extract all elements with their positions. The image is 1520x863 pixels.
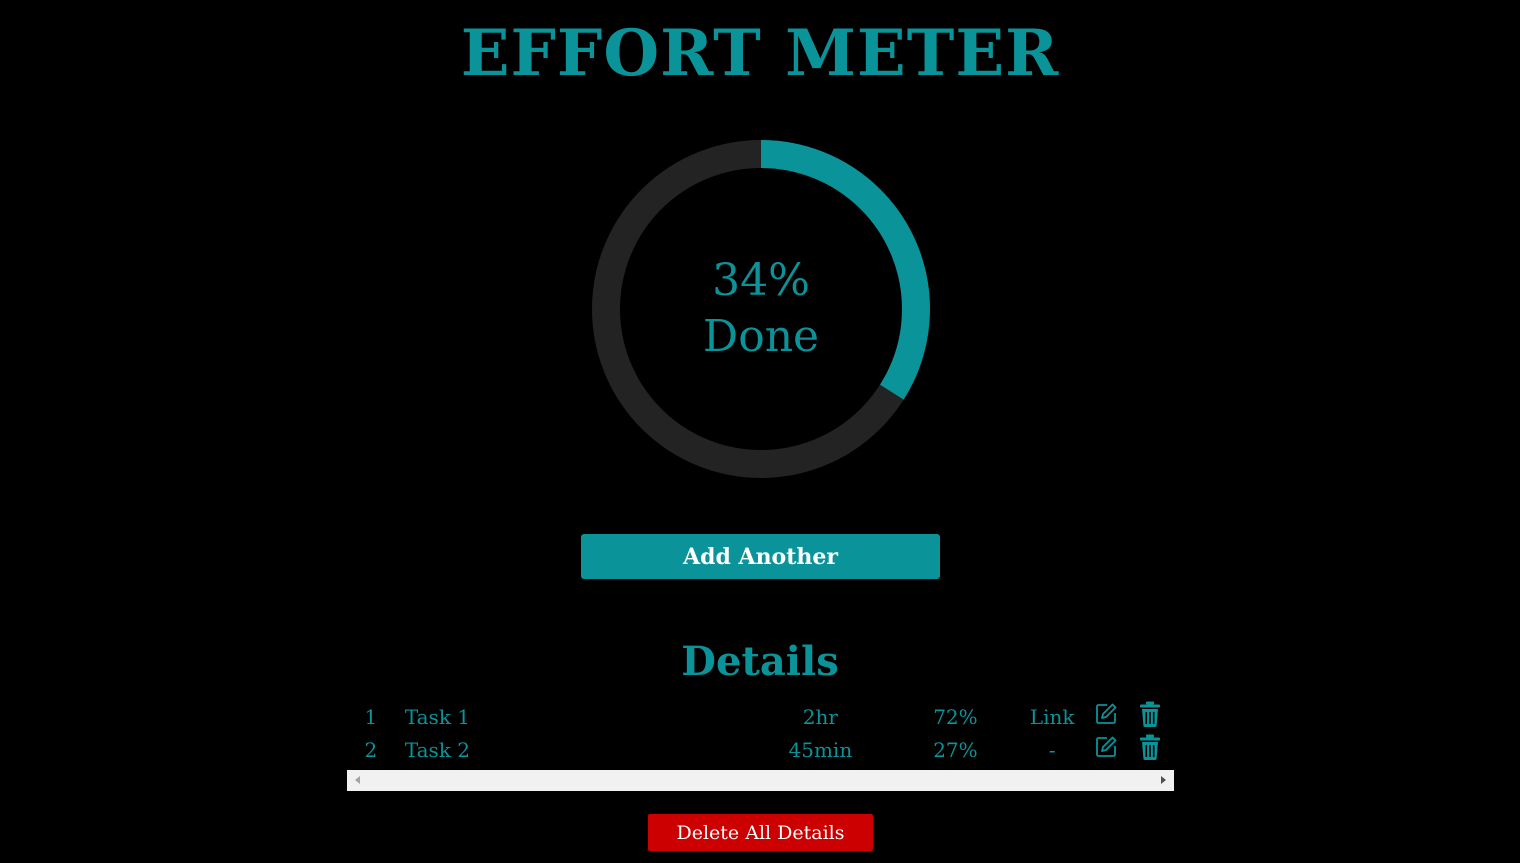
meter-status: Done [702, 311, 820, 362]
details-table-container: 1 Task 1 2hr 72% Link 2 Task 2 45min 27%… [347, 700, 1174, 766]
edit-cell [1086, 700, 1125, 733]
row-number: 1 [364, 704, 378, 729]
delete-all-button[interactable]: Delete All Details [648, 814, 873, 851]
scroll-left-arrow-icon[interactable] [355, 776, 360, 784]
task-name: Task 2 [404, 737, 471, 762]
row-number: 2 [364, 737, 378, 762]
app-title: EFFORT METER [460, 16, 1060, 91]
task-percent: 72% [933, 704, 978, 729]
task-link: - [1048, 737, 1056, 762]
effort-meter: 34% Done [591, 139, 931, 479]
delete-cell [1126, 733, 1174, 766]
details-table: 1 Task 1 2hr 72% Link 2 Task 2 45min 27%… [347, 700, 1174, 766]
table-row: 2 Task 2 45min 27% - [347, 733, 1174, 766]
table-row: 1 Task 1 2hr 72% Link [347, 700, 1174, 733]
horizontal-scrollbar[interactable] [347, 770, 1174, 791]
meter-percent: 34% [712, 255, 810, 306]
edit-icon[interactable] [1094, 702, 1118, 731]
page: EFFORT METER 34% Done Add Another Detail… [0, 0, 1520, 863]
task-time: 45min [788, 737, 853, 762]
task-link[interactable]: Link [1018, 700, 1087, 733]
edit-cell [1086, 733, 1125, 766]
trash-icon[interactable] [1139, 701, 1161, 732]
edit-icon[interactable] [1094, 735, 1118, 764]
delete-cell [1126, 700, 1174, 733]
trash-icon[interactable] [1139, 734, 1161, 765]
task-name: Task 1 [404, 704, 471, 729]
scroll-right-arrow-icon[interactable] [1161, 776, 1166, 784]
add-another-button[interactable]: Add Another [581, 534, 940, 579]
task-percent: 27% [933, 737, 978, 762]
details-heading: Details [681, 638, 839, 685]
task-time: 2hr [802, 704, 838, 729]
meter-label: 34% Done [591, 139, 931, 479]
